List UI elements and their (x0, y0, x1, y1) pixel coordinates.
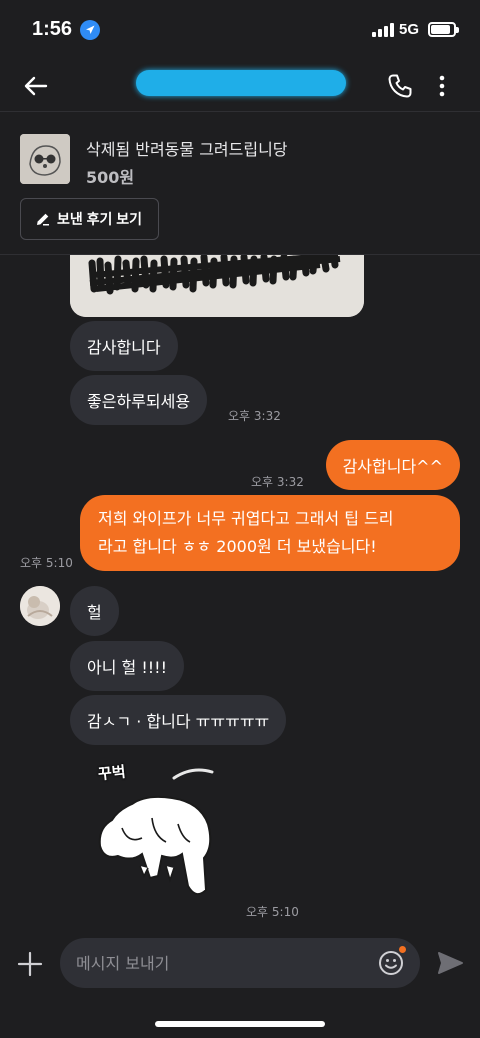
image-message[interactable] (70, 255, 364, 317)
message-timestamp: 오후 5:10 (246, 905, 299, 919)
chat-header (0, 60, 480, 112)
product-title[interactable]: 삭제됨 반려동물 그려드립니당 (86, 136, 288, 160)
message-text: 감사합니다 (87, 338, 161, 357)
pencil-icon (37, 213, 49, 226)
sender-avatar[interactable] (20, 586, 60, 626)
signal-icon (372, 23, 394, 37)
phone-icon[interactable] (386, 72, 414, 100)
received-message-bubble[interactable]: 감사합니다 (70, 321, 178, 371)
status-bar: 1:56 5G (0, 0, 480, 60)
message-composer (0, 930, 480, 998)
received-message-bubble[interactable]: 좋은하루되세용 (70, 375, 208, 425)
status-time: 1:56 (32, 18, 73, 40)
battery-icon (428, 22, 459, 37)
message-text: 아니 헐 !!!! (87, 658, 167, 677)
send-icon[interactable] (436, 949, 464, 977)
back-arrow-icon[interactable] (22, 72, 50, 100)
message-text-line: 라고 합니다 ㅎㅎ 2000원 더 보냈습니다! (98, 537, 377, 556)
received-message-bubble[interactable]: 아니 헐 !!!! (70, 641, 184, 691)
message-timestamp: 오후 3:32 (251, 475, 304, 489)
bowing-dog-sticker[interactable]: 꾸벅 (92, 758, 232, 908)
product-thumbnail[interactable] (20, 134, 70, 184)
emoji-icon[interactable] (378, 950, 404, 976)
received-message-bubble[interactable]: 헐 (70, 586, 119, 636)
emoji-notification-dot (399, 946, 406, 953)
product-price: 500원 (86, 168, 135, 187)
message-text: 감ㅅㄱ · 합니다 ㅠㅠㅠㅠㅠ (87, 712, 270, 731)
more-vertical-icon[interactable] (432, 72, 452, 100)
view-sent-review-label: 보낸 후기 보기 (57, 211, 143, 227)
product-info-bar: 삭제됨 반려동물 그려드립니당 500원 보낸 후기 보기 (0, 112, 480, 255)
plus-icon[interactable] (16, 950, 44, 978)
message-text: 헐 (87, 603, 102, 622)
message-timestamp: 오후 5:10 (20, 556, 73, 570)
home-indicator (155, 1021, 325, 1027)
sent-message-bubble[interactable]: 저희 와이프가 너무 귀엽다고 그래서 팁 드리 라고 합니다 ㅎㅎ 2000원… (80, 495, 460, 571)
message-text: 감사합니다^^ (342, 457, 443, 476)
message-input[interactable] (60, 938, 420, 988)
network-label: 5G (399, 21, 420, 38)
location-arrow-icon (80, 20, 100, 40)
received-message-bubble[interactable]: 감ㅅㄱ · 합니다 ㅠㅠㅠㅠㅠ (70, 695, 287, 745)
message-timestamp: 오후 3:32 (228, 409, 281, 423)
message-text: 좋은하루되세용 (87, 392, 191, 411)
view-sent-review-button[interactable]: 보낸 후기 보기 (20, 198, 160, 240)
message-text-line: 저희 와이프가 너무 귀엽다고 그래서 팁 드리 (98, 509, 394, 528)
sent-message-bubble[interactable]: 감사합니다^^ (325, 440, 460, 490)
redacted-username (136, 70, 346, 96)
